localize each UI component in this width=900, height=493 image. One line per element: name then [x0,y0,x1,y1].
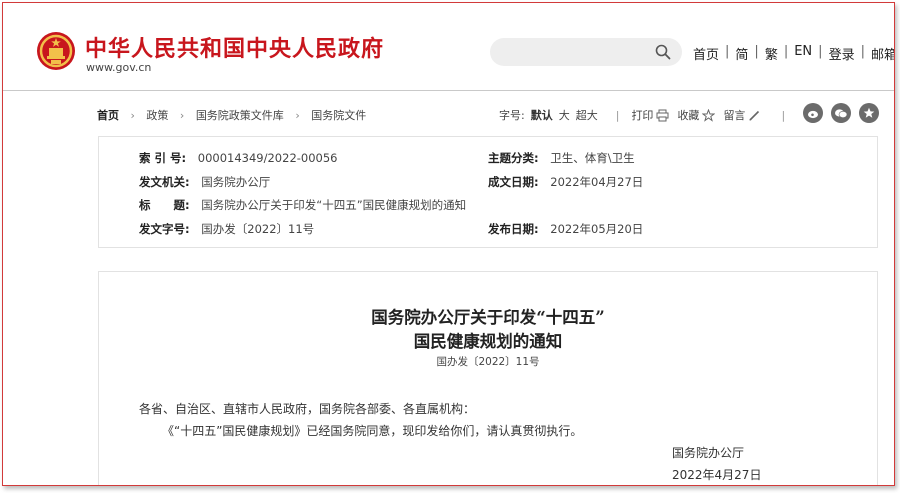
search-input[interactable] [490,38,682,66]
issuer-row: 发文机关: 国务院办公厅 [139,174,270,190]
nav-english[interactable]: EN [794,44,812,63]
breadcrumb-bar: 首页 › 政策 › 国务院政策文件库 › 国务院文件 字号: 默认 大 超大 |… [3,103,894,125]
publish-date-label: 发布日期: [488,222,539,236]
article-title-line-1: 国务院办公厅关于印发“十四五” [371,308,605,327]
index-number-value: 000014349/2022-00056 [197,151,338,165]
title-row: 标 题: 国务院办公厅关于印发“十四五”国民健康规划的通知 [139,197,466,213]
title-label: 标 题: [139,198,190,212]
site-name[interactable]: 中华人民共和国中央人民政府 [85,31,384,63]
written-date-value: 2022年04月27日 [550,175,644,189]
issuer-label: 发文机关: [139,175,190,189]
article-title-line-2: 国民健康规划的通知 [413,332,563,351]
written-date-row: 成文日期: 2022年04月27日 [488,174,643,190]
favorite-button[interactable]: 收藏 [677,107,699,123]
font-size-default[interactable]: 默认 [531,107,553,123]
comment-button[interactable]: 留言 [723,107,745,123]
nav-traditional[interactable]: 繁 [765,44,778,63]
font-size-xlarge[interactable]: 超大 [576,107,598,123]
font-size-large[interactable]: 大 [559,107,570,123]
favorite-star-icon[interactable] [859,103,879,123]
breadcrumb-state-council-docs[interactable]: 国务院文件 [311,109,366,122]
article-salutation: 各省、自治区、直辖市人民政府，国务院各部委、各直属机构： [139,402,476,416]
chevron-right-icon: › [179,109,185,122]
pencil-icon[interactable] [748,109,761,122]
chevron-right-icon: › [130,109,135,122]
font-size-label: 字号: [499,109,525,122]
article-doc-number: 国办发〔2022〕11号 [436,356,540,368]
doc-number-row: 发文字号: 国办发〔2022〕11号 [139,221,314,237]
search-icon[interactable] [655,44,671,60]
page-tools: 字号: 默认 大 超大 | 打印 收藏 留言 | [499,107,786,123]
national-emblem-icon[interactable] [36,31,76,71]
topic-value: 卫生、体育\卫生 [550,151,635,165]
doc-number-value: 国办发〔2022〕11号 [201,222,315,236]
topic-label: 主题分类: [488,151,539,165]
print-button[interactable]: 打印 [631,107,653,123]
index-number-row: 索 引 号: 000014349/2022-00056 [139,150,338,166]
topic-row: 主题分类: 卫生、体育\卫生 [488,150,635,166]
index-number-label: 索 引 号: [139,151,187,165]
title-value: 国务院办公厅关于印发“十四五”国民健康规划的通知 [201,198,467,212]
nav-home[interactable]: 首页 [693,44,719,63]
written-date-label: 成文日期: [488,175,539,189]
printer-icon[interactable] [656,109,669,122]
nav-mail[interactable]: 邮箱 [871,44,894,63]
site-header: 中华人民共和国中央人民政府 www.gov.cn 首页 | 简 | 繁 | EN… [3,3,894,91]
publish-date-row: 发布日期: 2022年05月20日 [488,221,643,237]
article-body: 国务院办公厅关于印发“十四五” 国民健康规划的通知 国办发〔2022〕11号 各… [98,271,878,485]
breadcrumb-home[interactable]: 首页 [97,109,119,122]
star-icon[interactable] [702,108,716,122]
site-url[interactable]: www.gov.cn [86,61,151,74]
article-signature: 国务院办公厅 [672,446,745,460]
breadcrumb: 首页 › 政策 › 国务院政策文件库 › 国务院文件 [97,107,366,123]
top-nav: 首页 | 简 | 繁 | EN | 登录 | 邮箱 [693,44,895,63]
wechat-share-icon[interactable] [831,103,851,123]
nav-simplified[interactable]: 简 [735,44,748,63]
browser-page: 中华人民共和国中央人民政府 www.gov.cn 首页 | 简 | 繁 | EN… [2,2,895,486]
nav-login[interactable]: 登录 [829,44,855,63]
article-paragraph: 《“十四五”国民健康规划》已经国务院同意，现印发给你们，请认真贯彻执行。 [162,424,583,438]
doc-number-label: 发文字号: [139,222,190,236]
document-info-box: 索 引 号: 000014349/2022-00056 主题分类: 卫生、体育\… [98,136,878,248]
breadcrumb-policy[interactable]: 政策 [146,109,168,122]
issuer-value: 国务院办公厅 [201,175,271,189]
breadcrumb-policy-library[interactable]: 国务院政策文件库 [196,109,284,122]
chevron-right-icon: › [295,109,300,122]
article-sign-date: 2022年4月27日 [672,468,762,482]
weibo-share-icon[interactable] [803,103,823,123]
publish-date-value: 2022年05月20日 [550,222,644,236]
